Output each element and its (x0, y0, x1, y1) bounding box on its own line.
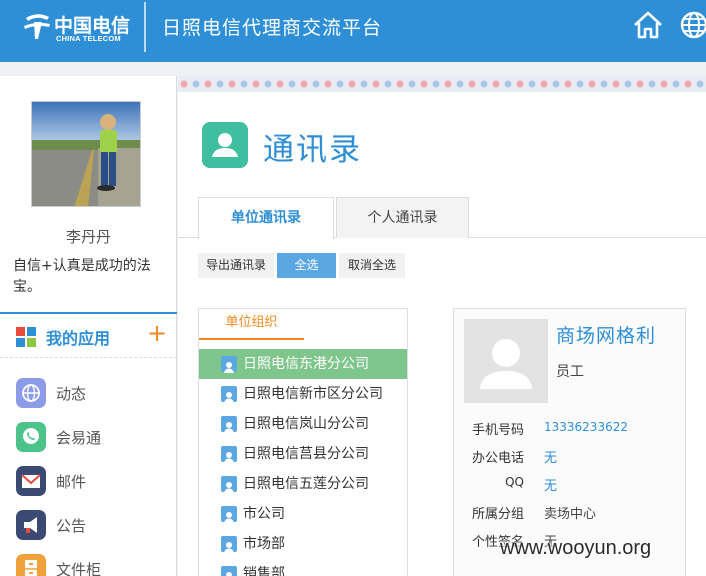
person-icon (221, 416, 237, 433)
user-name[interactable]: 李丹丹 (0, 226, 177, 247)
header-gap (0, 62, 706, 76)
my-apps-header: 我的应用 + (0, 312, 177, 358)
mail-icon (16, 466, 46, 496)
person-icon (221, 386, 237, 403)
app-item-file-cabinet[interactable]: 文件柜 (16, 554, 166, 576)
avatar[interactable] (31, 101, 141, 207)
export-button[interactable]: 导出通讯录 (198, 253, 274, 278)
office-phone-value[interactable]: 无 (544, 447, 557, 466)
org-list: 日照电信东港分公司 日照电信新市区分公司 日照电信岚山分公司 日照电信莒县分公司… (199, 349, 407, 576)
org-item-label: 日照电信新市区分公司 (243, 386, 383, 402)
field-label: 所属分组 (471, 507, 524, 522)
org-item[interactable]: 日照电信新市区分公司 (199, 379, 407, 409)
org-item[interactable]: 日照电信岚山分公司 (199, 409, 407, 439)
tab-personal-directory[interactable]: 个人通讯录 (336, 197, 469, 238)
qq-value[interactable]: 无 (544, 475, 557, 494)
top-header: 中国电信 CHINA TELECOM 日照电信代理商交流平台 (0, 0, 706, 62)
mobile-number[interactable]: 13336233622 (544, 420, 628, 434)
org-panel: 单位组织 日照电信东港分公司 日照电信新市区分公司 日照电信岚山分公司 日照电信… (198, 308, 408, 576)
platform-title: 日照电信代理商交流平台 (162, 17, 383, 39)
china-telecom-logo[interactable]: 中国电信 CHINA TELECOM (20, 10, 132, 46)
org-item[interactable]: 日照电信莒县分公司 (199, 439, 407, 469)
org-item[interactable]: 市场部 (199, 529, 407, 559)
contact-avatar-placeholder (464, 319, 548, 403)
app-item-dynamics[interactable]: 动态 (16, 378, 166, 410)
phone-chat-icon (16, 422, 46, 452)
app-label: 文件柜 (56, 561, 102, 576)
group-value: 卖场中心 (544, 507, 597, 522)
my-apps-title: 我的应用 (46, 329, 111, 348)
field-label: 办公电话 (471, 451, 524, 466)
org-item-label: 市公司 (243, 506, 285, 522)
org-item-label: 日照电信莒县分公司 (243, 446, 369, 462)
apps-grid-icon (16, 327, 36, 347)
person-icon (221, 356, 237, 373)
app-label: 会易通 (56, 429, 102, 447)
decorative-border (178, 76, 706, 92)
field-label: 手机号码 (471, 423, 524, 438)
field-label: QQ (505, 475, 524, 489)
globe-icon (16, 378, 46, 408)
header-divider (144, 2, 146, 52)
person-icon (221, 536, 237, 553)
person-icon (221, 506, 237, 523)
app-item-mail[interactable]: 邮件 (16, 466, 166, 498)
contact-field-qq: QQ 无 (454, 475, 687, 497)
contact-field-mobile: 手机号码 13336233622 (454, 419, 687, 441)
user-motto: 自信+认真是成功的法宝。 (13, 258, 151, 295)
tab-unit-directory[interactable]: 单位通讯录 (198, 197, 334, 239)
app-label: 公告 (56, 517, 87, 535)
main-content: 通讯录 单位通讯录 个人通讯录 导出通讯录 全选 取消全选 单位组织 日照电信东… (178, 76, 706, 576)
person-icon (221, 476, 237, 493)
page-title: 通讯录 (263, 132, 362, 168)
watermark: www.wooyun.org (500, 537, 652, 559)
select-all-button[interactable]: 全选 (277, 253, 336, 278)
avatar-photo-image (32, 102, 140, 206)
org-item[interactable]: 市公司 (199, 499, 407, 529)
contact-field-office-phone: 办公电话 无 (454, 447, 687, 469)
org-item-label: 市场部 (243, 536, 285, 552)
add-app-button[interactable]: + (147, 319, 167, 347)
address-book-icon (202, 122, 248, 168)
app-label: 邮件 (56, 473, 87, 491)
sidebar: 李丹丹 自信+认真是成功的法宝。 我的应用 + 动态 会易通 邮件 公告 文件柜 (0, 76, 177, 576)
globe-icon[interactable] (678, 9, 706, 41)
tab-bar: 单位通讯录 个人通讯录 (178, 197, 706, 239)
contact-field-group: 所属分组 卖场中心 (454, 503, 687, 525)
contact-card: 商场网格利 员工 手机号码 13336233622 办公电话 无 QQ 无 所属… (453, 308, 686, 576)
brand-name-en: CHINA TELECOM (56, 34, 121, 43)
home-icon[interactable] (632, 9, 664, 41)
telecom-logo-icon (24, 14, 50, 39)
org-item-label: 日照电信岚山分公司 (243, 416, 369, 432)
org-item[interactable]: 日照电信五莲分公司 (199, 469, 407, 499)
contact-role: 员工 (556, 364, 584, 380)
app-item-huiyitong[interactable]: 会易通 (16, 422, 166, 454)
org-item[interactable]: 销售部 (199, 559, 407, 576)
org-item-label: 日照电信东港分公司 (243, 356, 369, 372)
contact-name[interactable]: 商场网格利 (556, 321, 656, 348)
person-icon (221, 566, 237, 576)
deselect-all-button[interactable]: 取消全选 (339, 253, 405, 278)
tab-org-units[interactable]: 单位组织 (199, 309, 304, 340)
app-label: 动态 (56, 385, 87, 403)
org-item-label: 销售部 (243, 566, 285, 576)
megaphone-icon (16, 510, 46, 540)
cabinet-icon (16, 554, 46, 576)
app-item-notice[interactable]: 公告 (16, 510, 166, 542)
person-icon (221, 446, 237, 463)
org-item-label: 日照电信五莲分公司 (243, 476, 369, 492)
org-item[interactable]: 日照电信东港分公司 (199, 349, 407, 379)
